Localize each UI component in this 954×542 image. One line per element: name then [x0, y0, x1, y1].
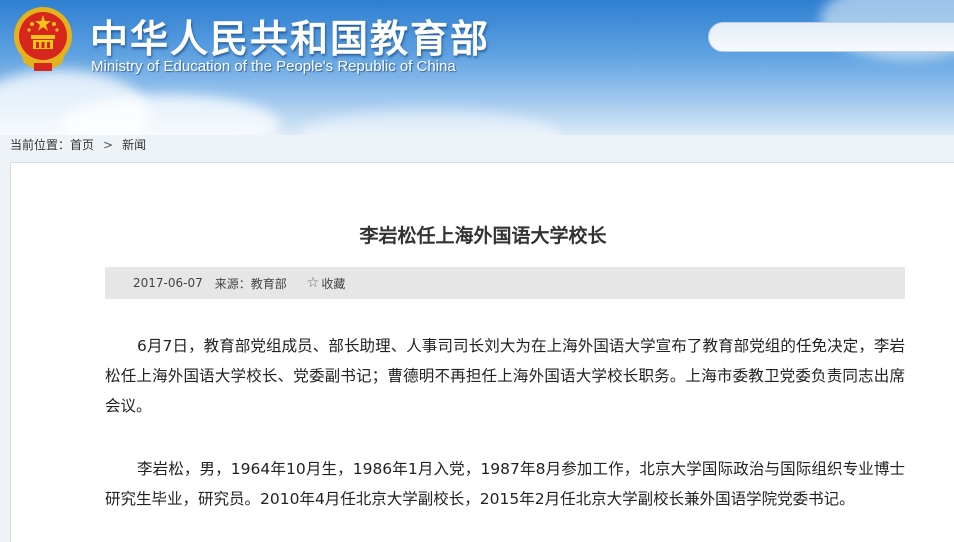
article-meta-bar: 2017-06-07 来源：教育部 ☆ 收藏	[105, 267, 905, 299]
breadcrumb-home-link[interactable]: 首页	[70, 136, 94, 153]
favorite-label: 收藏	[321, 276, 346, 291]
publish-date: 2017-06-07	[133, 276, 203, 290]
article-paragraph: 6月7日，教育部党组成员、部长助理、人事司司长刘大为在上海外国语大学宣布了教育部…	[105, 337, 905, 415]
article-source: 来源：教育部	[214, 276, 287, 291]
article-panel: 李岩松任上海外国语大学校长 2017-06-07 来源：教育部 ☆ 收藏 6月7…	[10, 162, 954, 542]
cloud-decoration	[300, 110, 560, 135]
breadcrumb-label: 当前位置：	[10, 138, 71, 152]
breadcrumb-news-link[interactable]: 新闻	[122, 136, 146, 153]
site-title: 中华人民共和国教育部	[90, 17, 491, 61]
article-title: 李岩松任上海外国语大学校长	[359, 225, 607, 247]
search-input[interactable]	[708, 22, 954, 52]
article-paragraph: 李岩松，男，1964年10月生，1986年1月入党，1987年8月参加工作，北京…	[105, 460, 905, 508]
site-header: 中华人民共和国教育部 Ministry of Education of the …	[0, 0, 954, 135]
star-outline-icon: ☆	[306, 275, 320, 291]
breadcrumb: 当前位置：首页 > 新闻	[10, 136, 146, 152]
national-emblem-icon[interactable]	[12, 5, 74, 73]
breadcrumb-separator: >	[103, 138, 114, 152]
favorite-button[interactable]: ☆ 收藏	[307, 275, 346, 292]
site-subtitle: Ministry of Education of the People's Re…	[91, 58, 456, 75]
